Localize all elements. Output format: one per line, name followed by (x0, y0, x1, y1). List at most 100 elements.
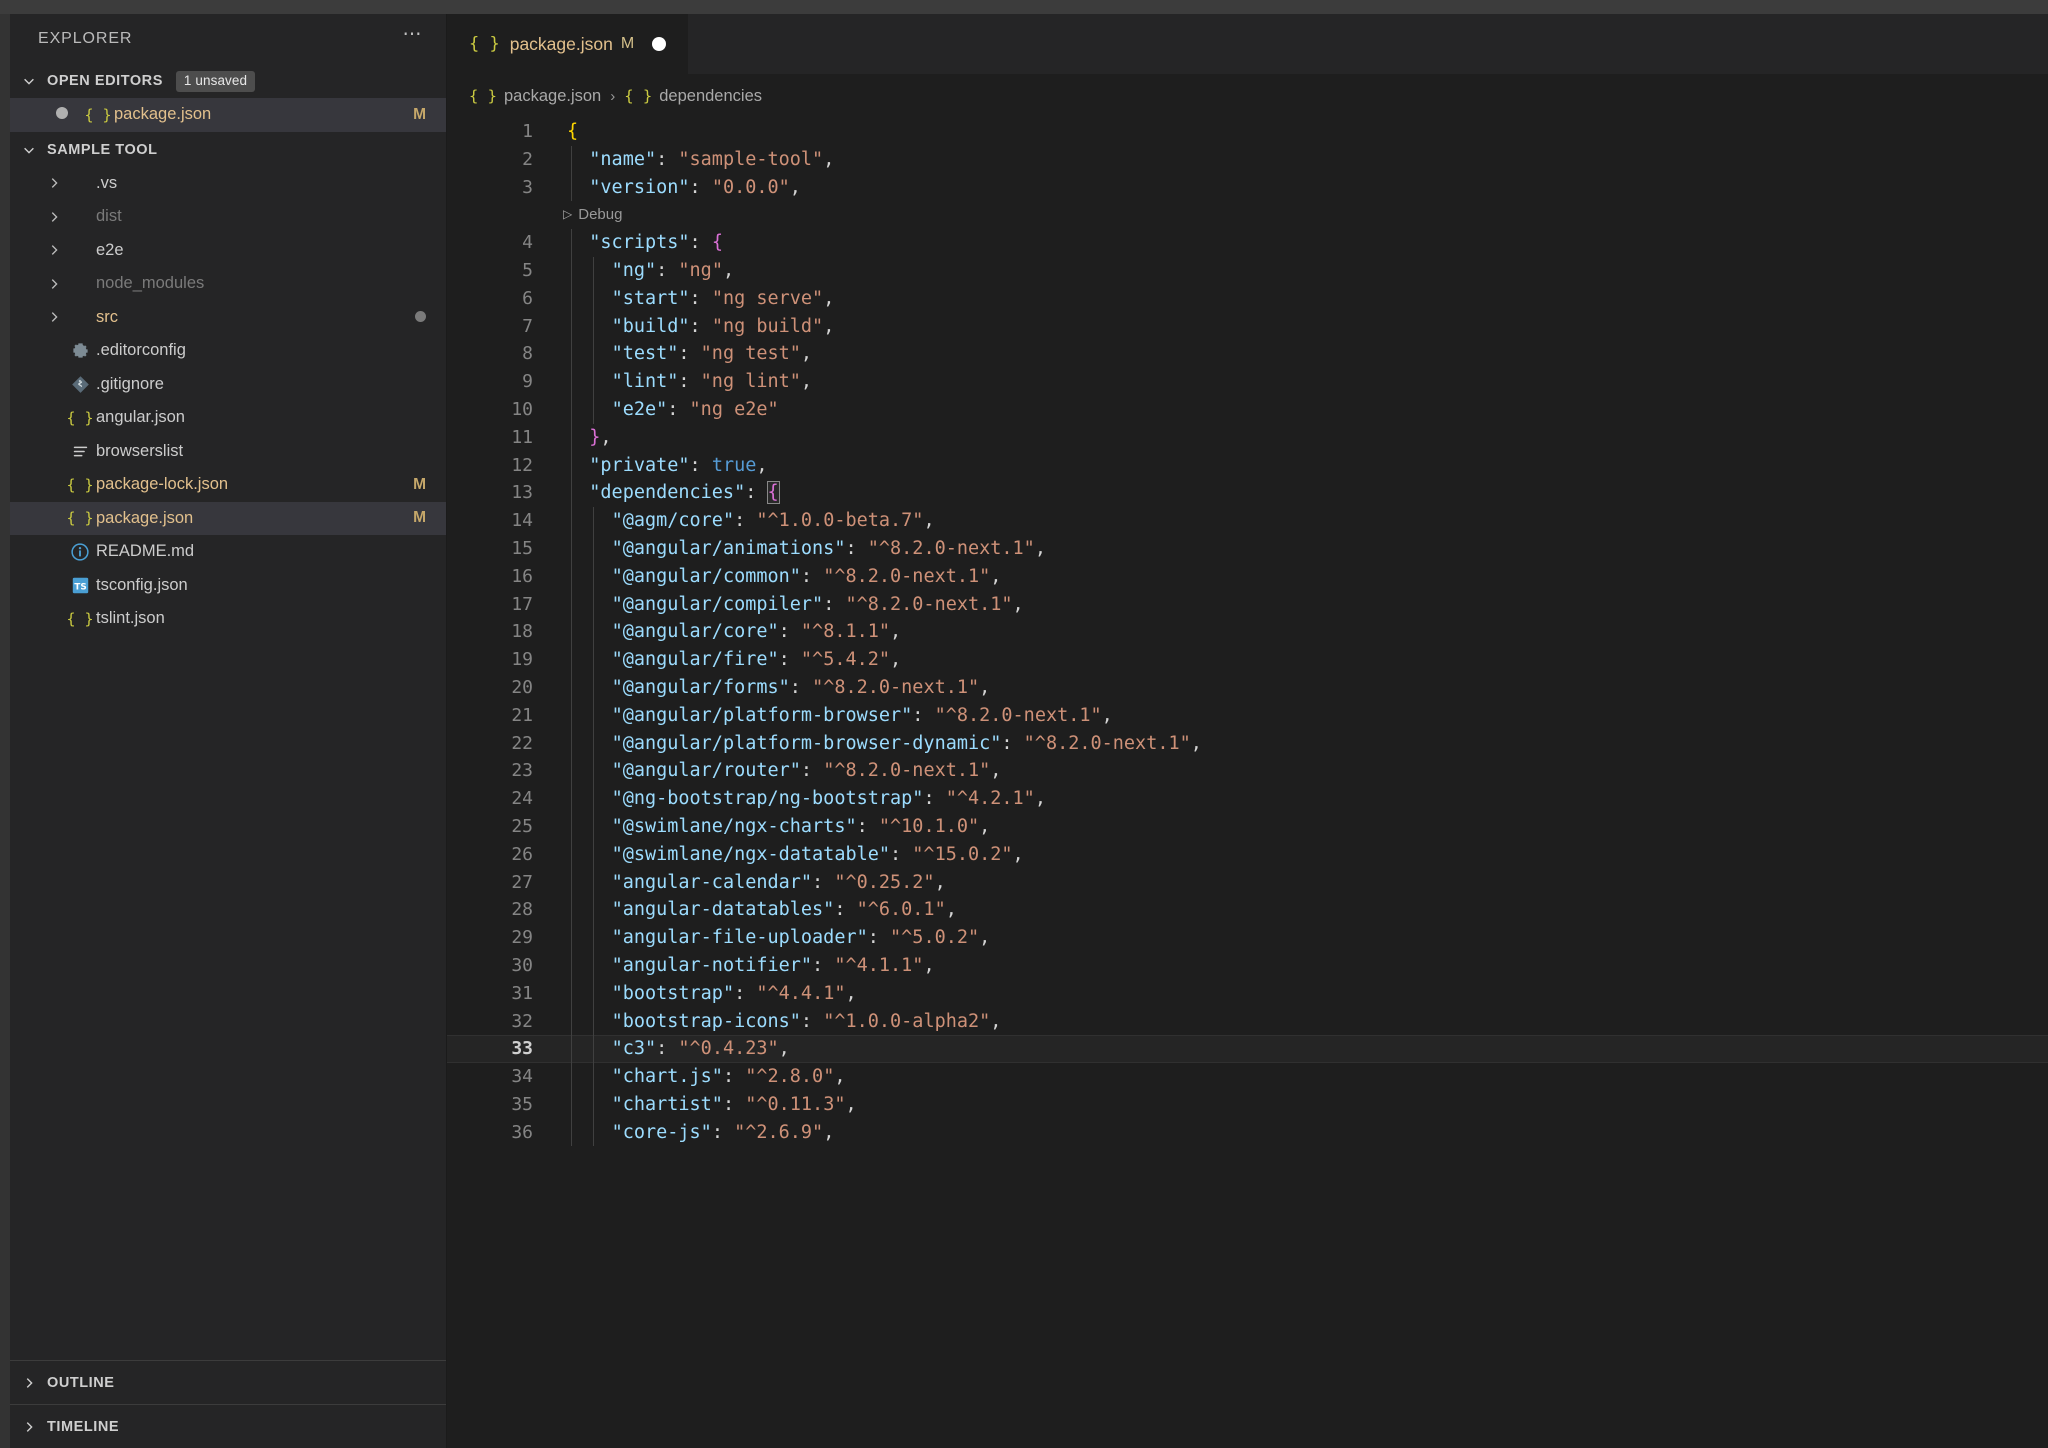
code-line[interactable]: 35 "chartist": "^0.11.3", (447, 1090, 2048, 1119)
code-text: "angular-calendar": "^0.25.2", (563, 868, 2048, 897)
code-line[interactable]: 31 "bootstrap": "^4.4.1", (447, 979, 2048, 1008)
code-line[interactable]: 8 "test": "ng test", (447, 340, 2048, 369)
breadcrumb-item-symbol[interactable]: dependencies (659, 87, 762, 106)
code-line[interactable]: 13 "dependencies": { (447, 479, 2048, 508)
open-editor-status: M (413, 105, 426, 123)
ellipsis-icon[interactable]: ⋯ (403, 25, 425, 47)
section-sample-tool[interactable]: SAMPLE TOOL (10, 133, 446, 167)
chevron-down-icon (18, 74, 40, 88)
code-line[interactable]: 33 "c3": "^0.4.23", (447, 1035, 2048, 1064)
line-number: 19 (511, 649, 533, 671)
tree-item-readme-md[interactable]: README.md (10, 535, 446, 569)
code-line[interactable]: 23 "@angular/router": "^8.2.0-next.1", (447, 757, 2048, 786)
line-number: 18 (511, 621, 533, 643)
tree-item-package-json[interactable]: { } package.json M (10, 501, 446, 535)
code-line[interactable]: 6 "start": "ng serve", (447, 284, 2048, 313)
line-number: 1 (522, 121, 533, 142)
code-line[interactable]: 27 "angular-calendar": "^0.25.2", (447, 868, 2048, 897)
tree-item-label: tsconfig.json (96, 575, 188, 594)
tree-item-gitignore[interactable]: .gitignore (10, 368, 446, 402)
code-line[interactable]: 26 "@swimlane/ngx-datatable": "^15.0.2", (447, 840, 2048, 869)
code-line[interactable]: 16 "@angular/common": "^8.2.0-next.1", (447, 562, 2048, 591)
folder-root-label: SAMPLE TOOL (47, 141, 158, 158)
code-line[interactable]: 18 "@angular/core": "^8.1.1", (447, 618, 2048, 647)
tree-item-dist[interactable]: dist (10, 200, 446, 234)
code-line[interactable]: 3 "version": "0.0.0", (447, 173, 2048, 202)
section-label: OUTLINE (47, 1374, 115, 1391)
code-line[interactable]: 30 "angular-notifier": "^4.1.1", (447, 951, 2048, 980)
code-line[interactable]: 29 "angular-file-uploader": "^5.0.2", (447, 924, 2048, 952)
code-text: "bootstrap": "^4.4.1", (563, 979, 2048, 1008)
tree-item-e2e[interactable]: e2e (10, 234, 446, 268)
code-text: "@angular/forms": "^8.2.0-next.1", (563, 673, 2048, 702)
code-line[interactable]: 9 "lint": "ng lint", (447, 368, 2048, 396)
line-number: 22 (511, 732, 533, 754)
breadcrumb-item-file[interactable]: package.json (504, 87, 601, 106)
tree-item-package-lock-json[interactable]: { } package-lock.json M (10, 468, 446, 502)
code-text: "test": "ng test", (563, 340, 2048, 369)
codelens-label[interactable]: Debug (578, 201, 622, 229)
code-line[interactable]: 10 "e2e": "ng e2e" (447, 395, 2048, 424)
tree-item-tslint-json[interactable]: { } tslint.json (10, 602, 446, 636)
section-outline[interactable]: OUTLINE (10, 1360, 446, 1404)
code-line[interactable]: 20 "@angular/forms": "^8.2.0-next.1", (447, 673, 2048, 702)
code-line[interactable]: 5 "ng": "ng", (447, 256, 2048, 285)
open-editor-item-package-json[interactable]: { } package.json M (10, 98, 446, 132)
json-icon: { } (66, 475, 94, 494)
code-line[interactable]: 15 "@angular/animations": "^8.2.0-next.1… (447, 534, 2048, 563)
tree-item-editorconfig[interactable]: .editorconfig (10, 334, 446, 368)
line-number: 36 (511, 1121, 533, 1143)
tree-item-vs[interactable]: .vs (10, 167, 446, 201)
line-number: 12 (511, 454, 533, 476)
dirty-indicator-icon[interactable] (652, 37, 667, 51)
tree-item-node-modules[interactable]: node_modules (10, 267, 446, 301)
json-icon: { } (66, 408, 94, 427)
code-text: "angular-file-uploader": "^5.0.2", (563, 924, 2048, 952)
section-timeline[interactable]: TIMELINE (10, 1404, 446, 1448)
tab-package-json[interactable]: { } package.json M (447, 14, 690, 74)
code-text: "@swimlane/ngx-datatable": "^15.0.2", (563, 840, 2048, 869)
tree-item-src[interactable]: src (10, 301, 446, 335)
code-editor[interactable]: 1{2 "name": "sample-tool", 3 "version": "… (447, 118, 2048, 1448)
tab-label: package.json (509, 33, 613, 54)
chevron-right-icon (42, 310, 66, 324)
code-line[interactable]: 14 "@agm/core": "^1.0.0-beta.7", (447, 507, 2048, 535)
code-line[interactable]: 11 }, (447, 423, 2048, 452)
code-line[interactable]: 21 "@angular/platform-browser": "^8.2.0-… (447, 701, 2048, 730)
code-line[interactable]: 2 "name": "sample-tool", (447, 145, 2048, 174)
gear-icon (66, 341, 94, 360)
tree-item-angular-json[interactable]: { } angular.json (10, 401, 446, 435)
unsaved-dot-icon[interactable] (56, 105, 68, 124)
code-text: "start": "ng serve", (563, 284, 2048, 313)
code-text: "@angular/router": "^8.2.0-next.1", (563, 757, 2048, 786)
code-line[interactable]: 36 "core-js": "^2.6.9", (447, 1118, 2048, 1147)
code-line[interactable]: 17 "@angular/compiler": "^8.2.0-next.1", (447, 590, 2048, 619)
code-text: "e2e": "ng e2e" (563, 395, 2048, 424)
line-number: 21 (511, 704, 533, 726)
code-line[interactable]: 19 "@angular/fire": "^5.4.2", (447, 646, 2048, 674)
open-editors-label: OPEN EDITORS (47, 73, 163, 89)
line-number: 26 (511, 843, 533, 865)
line-number: 32 (511, 1010, 533, 1032)
sidebar-filler (10, 636, 446, 1361)
line-number: 9 (522, 371, 533, 393)
code-line[interactable]: 7 "build": "ng build", (447, 312, 2048, 341)
code-line[interactable]: 25 "@swimlane/ngx-charts": "^10.1.0", (447, 812, 2048, 841)
json-icon: { } (66, 609, 94, 628)
code-line[interactable]: 32 "bootstrap-icons": "^1.0.0-alpha2", (447, 1007, 2048, 1036)
chevron-right-icon (18, 1376, 40, 1390)
code-line[interactable]: 12 "private": true, (447, 451, 2048, 480)
codelens-debug[interactable]: ▷ Debug (447, 201, 2048, 229)
code-line[interactable]: 1{ (447, 118, 2048, 146)
code-line[interactable]: 4 "scripts": { (447, 229, 2048, 257)
code-line[interactable]: 34 "chart.js": "^2.8.0", (447, 1063, 2048, 1091)
code-line[interactable]: 24 "@ng-bootstrap/ng-bootstrap": "^4.2.1… (447, 785, 2048, 813)
code-line[interactable]: 22 "@angular/platform-browser-dynamic": … (447, 729, 2048, 758)
line-number: 8 (522, 343, 533, 365)
line-number: 3 (522, 176, 533, 198)
code-line[interactable]: 28 "angular-datatables": "^6.0.1", (447, 896, 2048, 925)
line-number: 24 (511, 788, 533, 810)
section-open-editors[interactable]: OPEN EDITORS 1 unsaved (10, 64, 446, 98)
tree-item-browserslist[interactable]: browserslist (10, 435, 446, 469)
tree-item-tsconfig-json[interactable]: TS tsconfig.json (10, 569, 446, 603)
